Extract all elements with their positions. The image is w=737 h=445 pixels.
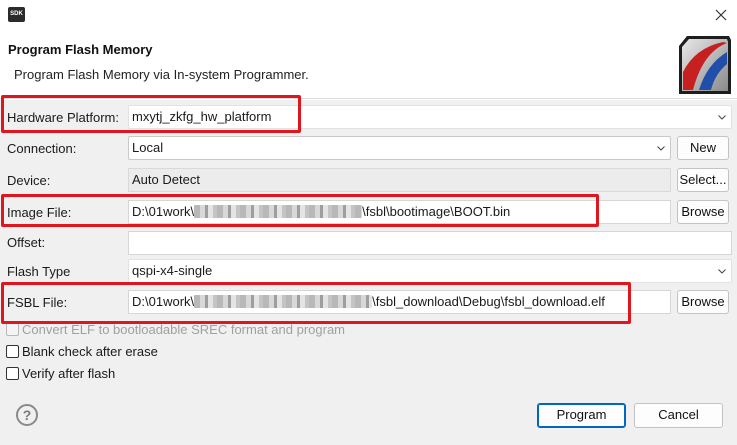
connection-label: Connection: xyxy=(7,141,77,156)
image-file-input[interactable]: D:\01work\ \fsbl\bootimage\BOOT.bin xyxy=(128,200,671,224)
device-label: Device: xyxy=(7,173,51,188)
cancel-button[interactable]: Cancel xyxy=(634,403,723,428)
image-file-path-suffix: \fsbl\bootimage\BOOT.bin xyxy=(362,204,511,219)
new-connection-button[interactable]: New xyxy=(677,136,729,160)
blank-check-label: Blank check after erase xyxy=(22,344,158,359)
help-icon[interactable]: ? xyxy=(16,404,38,426)
chevron-down-icon xyxy=(718,115,726,120)
sdk-app-icon: SDK xyxy=(8,7,25,22)
checkbox-box xyxy=(6,367,19,380)
fsbl-file-path-prefix: D:\01work\ xyxy=(132,294,195,309)
select-device-button[interactable]: Select... xyxy=(677,168,729,192)
browse-image-file-button[interactable]: Browse xyxy=(677,200,729,224)
fsbl-file-path-suffix: \fsbl_download\Debug\fsbl_download.elf xyxy=(372,294,605,309)
dialog-title: Program Flash Memory xyxy=(8,42,153,57)
verify-label: Verify after flash xyxy=(22,366,116,381)
connection-value: Local xyxy=(132,140,164,155)
fsbl-file-label: FSBL File: xyxy=(7,295,68,310)
connection-select[interactable]: Local xyxy=(128,136,671,160)
convert-elf-label: Convert ELF to bootloadable SREC format … xyxy=(22,322,346,337)
dialog-header: Program Flash Memory Program Flash Memor… xyxy=(0,31,737,99)
redacted-path-segment xyxy=(194,205,363,218)
device-field: Auto Detect xyxy=(128,168,671,192)
hardware-platform-label: Hardware Platform: xyxy=(7,110,119,125)
offset-label: Offset: xyxy=(7,235,46,250)
dialog-body: Hardware Platform: mxytj_zkfg_hw_platfor… xyxy=(0,100,737,445)
flash-type-value: qspi-x4-single xyxy=(132,263,213,278)
chevron-down-icon xyxy=(718,269,726,274)
sdk-logo-icon xyxy=(679,36,731,94)
browse-fsbl-file-button[interactable]: Browse xyxy=(677,290,729,314)
hardware-platform-value: mxytj_zkfg_hw_platform xyxy=(132,109,272,124)
hardware-platform-select[interactable]: mxytj_zkfg_hw_platform xyxy=(128,105,732,129)
redacted-path-segment xyxy=(194,295,373,308)
close-icon xyxy=(715,9,727,21)
program-button[interactable]: Program xyxy=(537,403,626,428)
chevron-down-icon xyxy=(657,146,665,151)
checkbox-box xyxy=(6,345,19,358)
offset-input[interactable] xyxy=(128,231,732,255)
image-file-label: Image File: xyxy=(7,205,72,220)
title-bar: SDK xyxy=(0,0,737,31)
dialog-description: Program Flash Memory via In-system Progr… xyxy=(14,67,309,82)
checkbox-box xyxy=(6,323,19,336)
device-value: Auto Detect xyxy=(132,172,200,187)
close-button[interactable] xyxy=(709,4,733,26)
flash-type-label: Flash Type xyxy=(7,264,71,279)
fsbl-file-input[interactable]: D:\01work\ \fsbl_download\Debug\fsbl_down… xyxy=(128,290,671,314)
image-file-path-prefix: D:\01work\ xyxy=(132,204,195,219)
flash-type-select[interactable]: qspi-x4-single xyxy=(128,259,732,283)
